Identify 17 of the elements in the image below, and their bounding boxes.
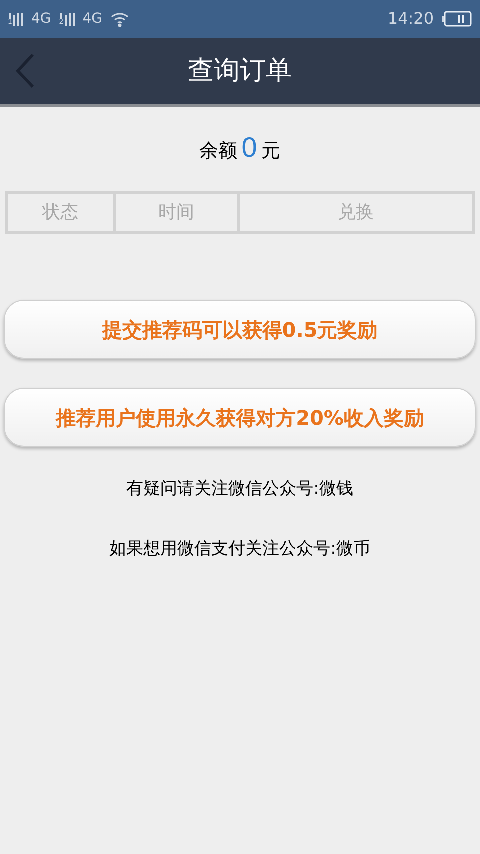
- page-title: 查询订单: [188, 54, 292, 88]
- reward-button[interactable]: 推荐用户使用永久获得对方20%收入奖励: [4, 388, 476, 447]
- column-header: 兑换: [237, 194, 472, 231]
- reward-button[interactable]: 提交推荐码可以获得0.5元奖励: [4, 300, 476, 359]
- column-header: 状态: [41, 201, 80, 225]
- info-text: 如果想用微信支付关注公众号:微币: [110, 538, 370, 560]
- info-text: 有疑问请关注微信公众号:微钱: [126, 478, 354, 501]
- column-header: 时间: [113, 194, 237, 231]
- back-icon: [15, 53, 35, 89]
- balance-label: 余额: [200, 139, 238, 164]
- balance-amount: 0: [242, 131, 258, 165]
- network-label: 4G: [82, 10, 102, 28]
- balance-unit: 元: [261, 139, 280, 164]
- network-label: 4G: [31, 10, 52, 28]
- clock: 14:20: [388, 8, 434, 30]
- wifi-icon: [110, 11, 130, 27]
- battery-icon: [442, 11, 472, 27]
